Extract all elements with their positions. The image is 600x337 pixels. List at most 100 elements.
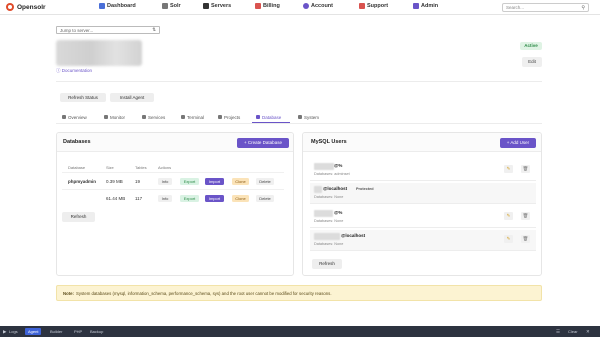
- bottom-tab-agent[interactable]: Agent: [25, 328, 42, 335]
- database-size: 0.39 MB: [106, 179, 123, 184]
- clone-button[interactable]: Clone: [232, 195, 249, 202]
- add-user-button[interactable]: + Add User: [500, 138, 536, 148]
- tab-services[interactable]: Services: [142, 113, 165, 121]
- user-host: @localhost: [341, 233, 366, 238]
- opensolr-logo-icon: [6, 3, 14, 11]
- user-row: @% Databases: None ✎ 🗑: [310, 207, 536, 228]
- create-database-button[interactable]: + Create Database: [237, 138, 289, 148]
- services-icon: [142, 115, 146, 119]
- nav-billing[interactable]: Billing: [255, 3, 280, 9]
- tab-monitor[interactable]: Monitor: [104, 113, 125, 121]
- support-icon: [359, 3, 365, 9]
- databases-card: Databases + Create Database: [56, 132, 294, 276]
- column-header-actions: Actions: [158, 165, 172, 170]
- tab-terminal[interactable]: Terminal: [181, 113, 204, 121]
- user-databases: Databases: None: [314, 242, 344, 246]
- nav-label: Admin: [421, 3, 439, 9]
- close-icon[interactable]: ✕: [586, 328, 590, 335]
- search-placeholder: Search...: [506, 5, 525, 10]
- filter-icon[interactable]: ☰: [556, 328, 560, 335]
- export-button[interactable]: Export: [180, 178, 199, 185]
- top-navbar: Opensolr Dashboard Solr Servers Billing …: [0, 0, 600, 15]
- database-name: phpmyadmin: [68, 179, 97, 184]
- tabs-divider: [56, 123, 542, 124]
- nav-solr[interactable]: Solr: [162, 3, 181, 9]
- user-host: @localhost: [323, 186, 348, 191]
- user-databases: Databases: None: [314, 195, 344, 199]
- tab-system[interactable]: System: [298, 113, 319, 121]
- solr-icon: [162, 3, 168, 9]
- delete-button[interactable]: Delete: [256, 195, 274, 202]
- tab-overview[interactable]: Overview: [62, 113, 87, 121]
- user-redacted: [314, 210, 333, 217]
- system-icon: [298, 115, 302, 119]
- edit-server-button[interactable]: Edit: [522, 57, 542, 67]
- trash-icon[interactable]: 🗑: [521, 212, 530, 220]
- column-header-database: Database: [68, 165, 86, 170]
- user-databases: Databases: adminset: [314, 172, 350, 176]
- bottom-tab-builder[interactable]: Builder: [47, 328, 65, 335]
- user-redacted: [314, 233, 340, 240]
- info-button[interactable]: Info: [158, 195, 172, 202]
- clear-button[interactable]: Clear: [565, 328, 581, 335]
- jump-placeholder: Jump to server...: [60, 27, 94, 33]
- servers-icon: [203, 3, 209, 9]
- bottom-tab-backup[interactable]: Backup: [87, 328, 106, 335]
- search-input[interactable]: Search... ⚲: [502, 3, 589, 12]
- clone-button[interactable]: Clone: [232, 178, 249, 185]
- install-agent-button[interactable]: Install Agent: [110, 93, 154, 102]
- nav-support[interactable]: Support: [359, 3, 388, 9]
- trash-icon[interactable]: 🗑: [521, 165, 530, 173]
- table-header-divider: [62, 172, 284, 173]
- dashboard-icon: [99, 3, 105, 9]
- nav-admin[interactable]: Admin: [413, 3, 438, 9]
- tab-projects[interactable]: Projects: [218, 113, 240, 121]
- tab-label: Overview: [68, 114, 87, 120]
- users-refresh-button[interactable]: Refresh: [312, 259, 342, 269]
- export-button[interactable]: Export: [180, 195, 199, 202]
- documentation-label: Documentation: [61, 68, 93, 73]
- tab-database[interactable]: Database: [256, 113, 281, 121]
- tab-label: Monitor: [110, 114, 126, 120]
- nav-dashboard[interactable]: Dashboard: [99, 3, 136, 9]
- jump-to-server-select[interactable]: Jump to server... ⇅: [56, 26, 160, 34]
- databases-card-header: Databases + Create Database: [57, 133, 293, 152]
- trash-icon[interactable]: 🗑: [521, 235, 530, 243]
- import-button[interactable]: Import: [205, 195, 224, 202]
- overview-icon: [62, 115, 66, 119]
- delete-button[interactable]: Delete: [256, 178, 274, 185]
- databases-refresh-button[interactable]: Refresh: [62, 212, 95, 222]
- refresh-status-button[interactable]: Refresh Status: [60, 93, 106, 102]
- bottom-tab-php[interactable]: PHP: [71, 328, 85, 335]
- nav-servers[interactable]: Servers: [203, 3, 231, 9]
- documentation-link[interactable]: ⓘ Documentation: [56, 68, 92, 74]
- tab-label: System: [304, 114, 320, 120]
- table-row-divider: [62, 189, 284, 190]
- nav-account[interactable]: Account: [303, 3, 333, 9]
- tab-label: Projects: [224, 114, 241, 120]
- nav-label: Support: [367, 3, 389, 9]
- server-name-redacted: [56, 40, 142, 66]
- user-databases: Databases: None: [314, 219, 344, 223]
- user-row: @localhost Databases: None ✎ 🗑: [310, 230, 536, 251]
- user-redacted: [314, 163, 334, 170]
- column-header-tables: Tables: [135, 165, 147, 170]
- tab-label: Services: [148, 114, 166, 120]
- terminal-icon: [181, 115, 185, 119]
- edit-icon[interactable]: ✎: [504, 235, 513, 243]
- billing-icon: [255, 3, 261, 9]
- divider: [56, 81, 542, 82]
- monitor-icon: [104, 115, 108, 119]
- edit-icon[interactable]: ✎: [504, 165, 513, 173]
- mysql-users-card: MySQL Users + Add User: [302, 132, 542, 276]
- security-note: Note: System databases (mysql, informati…: [56, 285, 542, 301]
- import-button[interactable]: Import: [205, 178, 224, 185]
- nav-label: Billing: [263, 3, 280, 9]
- bottom-tab-logs[interactable]: Logs: [6, 328, 21, 335]
- info-button[interactable]: Info: [158, 178, 172, 185]
- brand[interactable]: Opensolr: [6, 3, 46, 11]
- bottom-panel-bar: ▶ Logs Agent Builder PHP Backup ☰ Clear …: [0, 326, 600, 337]
- nav-label: Servers: [211, 3, 232, 9]
- edit-icon[interactable]: ✎: [504, 212, 513, 220]
- user-redacted: [314, 186, 322, 193]
